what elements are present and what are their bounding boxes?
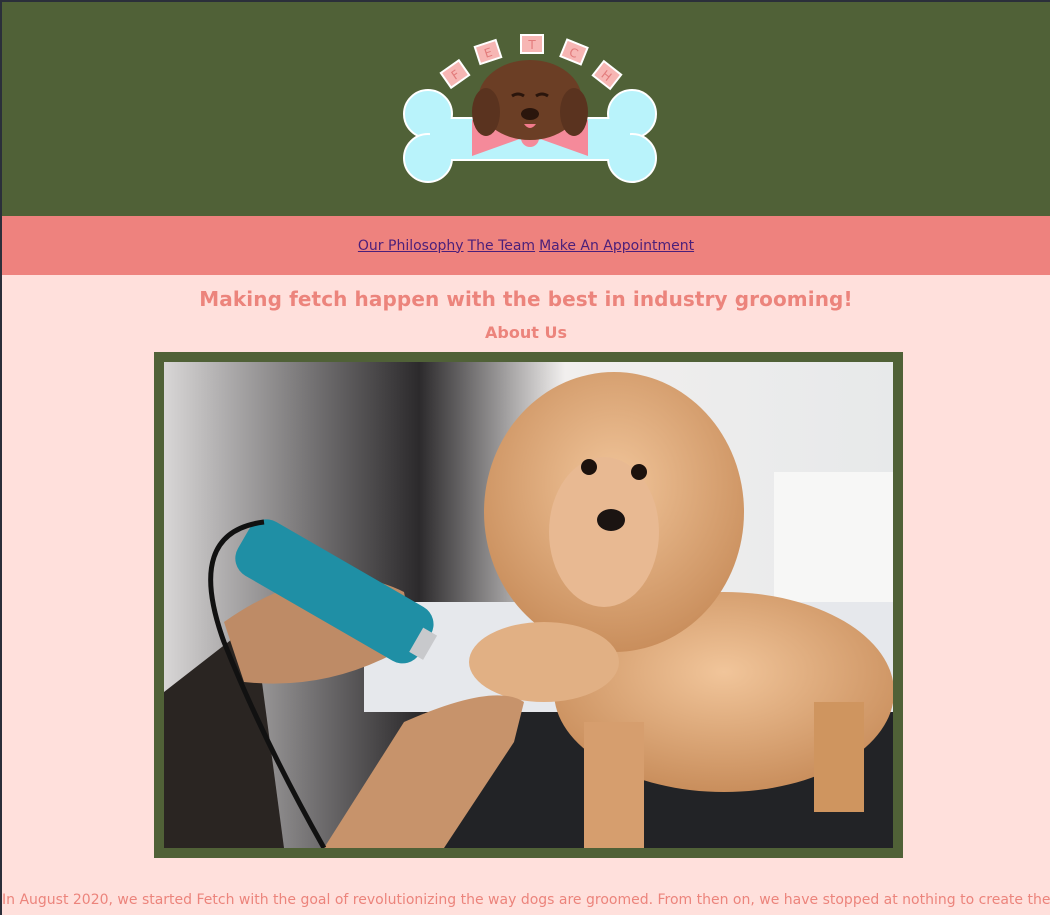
about-us-heading: About Us: [485, 323, 567, 342]
nav-link-the-team[interactable]: The Team: [468, 238, 536, 254]
nav-link-our-philosophy[interactable]: Our Philosophy: [358, 238, 464, 254]
hero-photo-frame: [154, 352, 903, 858]
nav-link-make-an-appointment[interactable]: Make An Appointment: [539, 238, 694, 254]
page-headline: Making fetch happen with the best in ind…: [199, 287, 853, 311]
page: F E T C H Our Philosophy The Team Make A…: [0, 0, 1050, 915]
main-nav: Our Philosophy The Team Make An Appointm…: [2, 216, 1050, 275]
logo-letter-t: T: [527, 38, 536, 52]
about-us-paragraph: In August 2020, we started Fetch with th…: [2, 892, 1050, 908]
dog-face-icon: [472, 60, 588, 140]
poodle-grooming-photo: [164, 362, 893, 848]
site-header: F E T C H: [2, 2, 1050, 216]
fetch-logo: F E T C H: [403, 34, 657, 183]
